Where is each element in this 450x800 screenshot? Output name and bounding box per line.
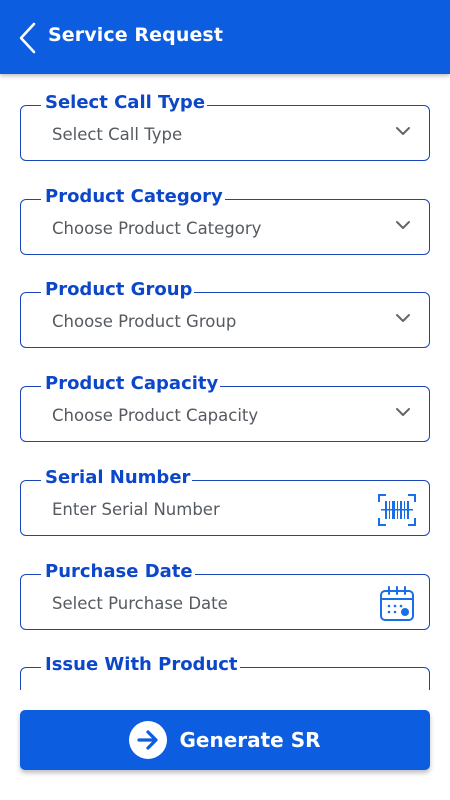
purchase-date-placeholder: Select Purchase Date: [52, 594, 228, 613]
issue-with-product-label: Issue With Product: [41, 653, 240, 677]
product-capacity-select[interactable]: Product Capacity Choose Product Capacity: [20, 372, 430, 442]
purchase-date-field[interactable]: Purchase Date Select Purchase Date: [20, 560, 430, 630]
serial-number-placeholder: Enter Serial Number: [52, 500, 220, 519]
call-type-label: Select Call Type: [41, 91, 208, 115]
back-button[interactable]: [12, 18, 42, 58]
product-group-label: Product Group: [41, 278, 195, 302]
product-capacity-label: Product Capacity: [41, 372, 221, 396]
purchase-date-label: Purchase Date: [41, 560, 195, 584]
call-type-placeholder: Select Call Type: [52, 125, 183, 144]
barcode-scan-icon[interactable]: [377, 491, 417, 529]
chevron-down-icon: [393, 402, 413, 422]
product-category-select[interactable]: Product Category Choose Product Category: [20, 185, 430, 255]
chevron-down-icon: [393, 121, 413, 141]
app-header: Service Request: [0, 0, 450, 74]
serial-number-field[interactable]: Serial Number Enter Serial Number: [20, 466, 430, 536]
service-request-screen: Service Request Select Call Type Select …: [0, 0, 450, 800]
generate-sr-button[interactable]: Generate SR: [20, 710, 430, 770]
generate-sr-label: Generate SR: [179, 728, 321, 752]
serial-number-label: Serial Number: [41, 466, 193, 490]
product-capacity-placeholder: Choose Product Capacity: [52, 406, 259, 425]
arrow-right-circle-icon: [129, 721, 168, 759]
form-scroll-area[interactable]: Select Call Type Select Call Type Produc…: [0, 74, 450, 690]
issue-with-product-field[interactable]: Issue With Product: [20, 653, 430, 690]
chevron-down-icon: [393, 308, 413, 328]
calendar-icon[interactable]: [377, 585, 417, 623]
call-type-select[interactable]: Select Call Type Select Call Type: [20, 91, 430, 161]
chevron-left-icon: [19, 22, 36, 54]
page-title: Service Request: [48, 24, 224, 46]
product-category-placeholder: Choose Product Category: [52, 219, 262, 238]
product-category-label: Product Category: [41, 185, 225, 209]
product-group-placeholder: Choose Product Group: [52, 312, 237, 331]
product-group-select[interactable]: Product Group Choose Product Group: [20, 278, 430, 348]
chevron-down-icon: [393, 215, 413, 235]
